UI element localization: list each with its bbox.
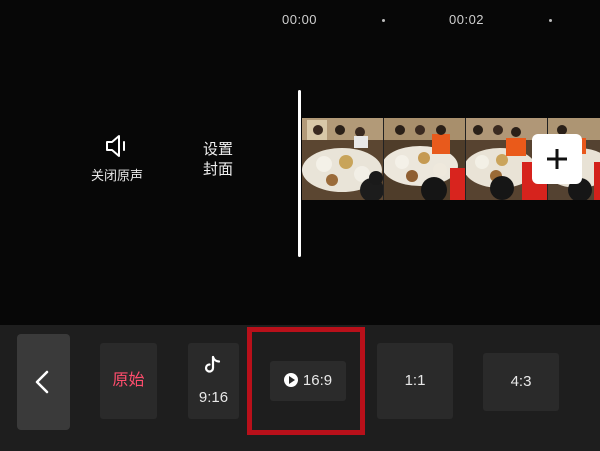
time-marker-start: 00:00 bbox=[282, 12, 318, 27]
ratio-original-button[interactable]: 原始 bbox=[100, 343, 157, 419]
cover-label-line1: 设置 bbox=[202, 141, 233, 158]
clip-thumbnail bbox=[384, 118, 466, 200]
back-button[interactable] bbox=[17, 334, 70, 430]
add-clip-button[interactable] bbox=[532, 134, 582, 184]
set-cover-button[interactable]: 设置 封面 bbox=[192, 140, 244, 180]
mute-label: 关闭原声 bbox=[90, 168, 143, 183]
play-icon bbox=[283, 373, 298, 387]
speaker-icon bbox=[106, 135, 125, 157]
time-marker-next: 00:02 bbox=[449, 12, 485, 27]
clip-thumbnail bbox=[302, 118, 384, 200]
ratio-4-3-button[interactable]: 4:3 bbox=[483, 353, 559, 411]
mute-original-sound-button[interactable]: 关闭原声 bbox=[82, 133, 152, 193]
chevron-left-icon bbox=[35, 370, 49, 394]
time-dot bbox=[382, 19, 385, 22]
ratio-16-9-label: 16:9 bbox=[302, 372, 333, 389]
time-dot bbox=[549, 19, 552, 22]
ratio-1-1-button[interactable]: 1:1 bbox=[377, 343, 453, 419]
ratio-16-9-button[interactable]: 16:9 bbox=[270, 361, 346, 401]
aspect-ratio-toolbar: 原始 9:16 16:9 1:1 4:3 bbox=[0, 325, 600, 451]
ratio-9-16-label: 9:16 bbox=[198, 389, 229, 406]
cover-label-line2: 封面 bbox=[202, 161, 233, 178]
ratio-9-16-button[interactable]: 9:16 bbox=[188, 343, 239, 419]
timeline-area: 00:00 00:02 关闭原声 设置 封面 bbox=[0, 0, 600, 325]
playhead[interactable] bbox=[298, 90, 301, 257]
tiktok-icon bbox=[204, 355, 221, 373]
